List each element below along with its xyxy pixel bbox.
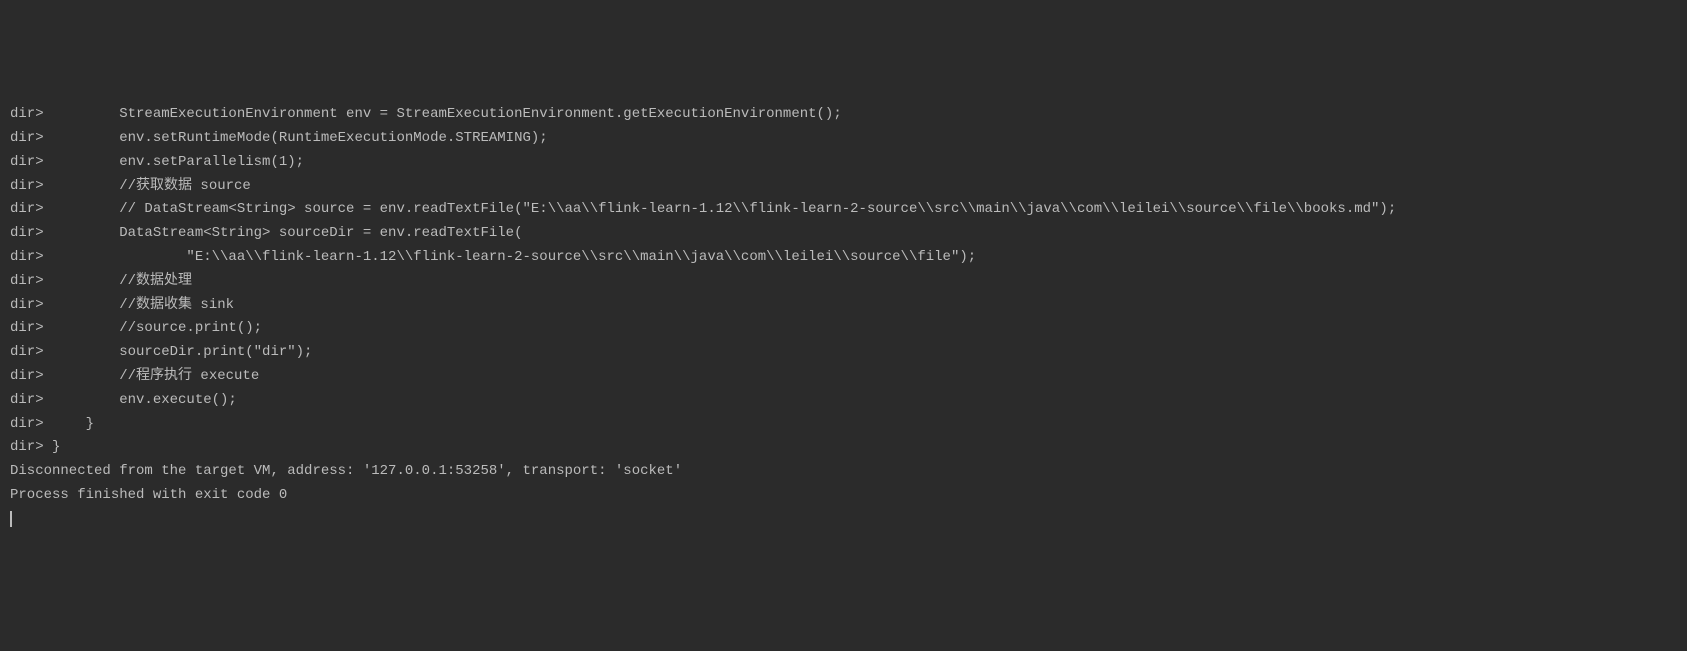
console-line: dir> DataStream<String> sourceDir = env.… (10, 222, 1677, 246)
text-cursor (10, 511, 12, 527)
console-line: Disconnected from the target VM, address… (10, 460, 1677, 484)
console-line: dir> //数据收集 sink (10, 294, 1677, 318)
console-output[interactable]: dir> StreamExecutionEnvironment env = St… (10, 103, 1677, 531)
console-line: dir> env.execute(); (10, 389, 1677, 413)
console-line: dir> // DataStream<String> source = env.… (10, 198, 1677, 222)
console-line: dir> sourceDir.print("dir"); (10, 341, 1677, 365)
console-line: dir> } (10, 413, 1677, 437)
console-line: Process finished with exit code 0 (10, 484, 1677, 508)
console-line: dir> StreamExecutionEnvironment env = St… (10, 103, 1677, 127)
console-line: dir> "E:\\aa\\flink-learn-1.12\\flink-le… (10, 246, 1677, 270)
console-line: dir> //source.print(); (10, 317, 1677, 341)
console-line: dir> } (10, 436, 1677, 460)
console-line: dir> env.setParallelism(1); (10, 151, 1677, 175)
console-line: dir> //数据处理 (10, 270, 1677, 294)
console-line: dir> env.setRuntimeMode(RuntimeExecution… (10, 127, 1677, 151)
console-line: dir> //程序执行 execute (10, 365, 1677, 389)
console-line: dir> //获取数据 source (10, 175, 1677, 199)
